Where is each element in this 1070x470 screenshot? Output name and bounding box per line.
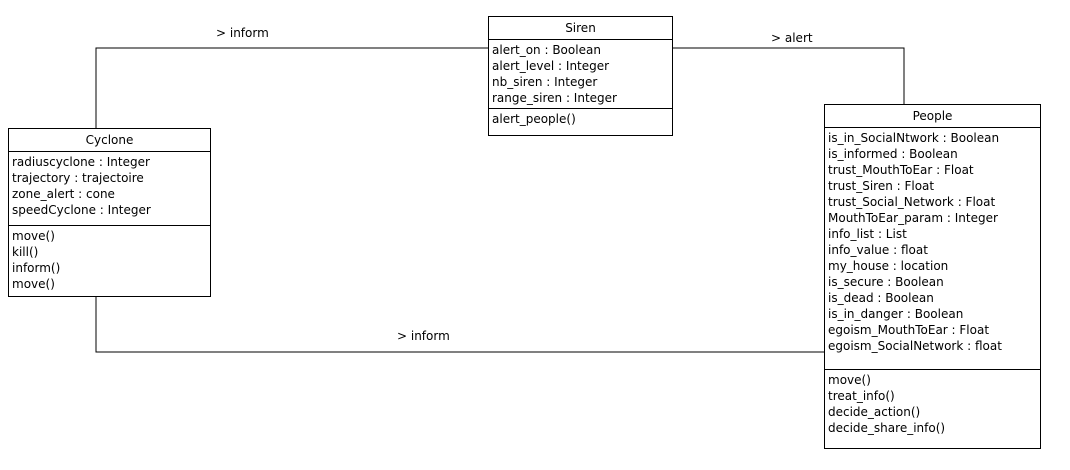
class-people-attributes: is_in_SocialNtwork : Boolean is_informed… (825, 128, 1040, 369)
attribute: trust_Siren : Float (828, 179, 935, 193)
attribute: trust_MouthToEar : Float (828, 163, 974, 177)
class-siren-name: Siren (489, 17, 672, 40)
attribute: is_informed : Boolean (828, 147, 958, 161)
attribute: trajectory : trajectoire (12, 171, 144, 185)
attribute: is_in_danger : Boolean (828, 307, 964, 321)
attribute: egoism_MouthToEar : Float (828, 323, 990, 337)
operation: kill() (12, 245, 39, 259)
attribute: egoism_SocialNetwork : float (828, 339, 1002, 353)
attribute: radiuscyclone : Integer (12, 155, 150, 169)
association-label-cyclone-siren: > inform (216, 26, 269, 40)
attribute: zone_alert : cone (12, 187, 115, 201)
operation: move() (12, 277, 55, 291)
attribute: MouthToEar_param : Integer (828, 211, 998, 225)
attribute: alert_level : Integer (492, 59, 610, 73)
operation: alert_people() (492, 112, 576, 126)
attribute: my_house : location (828, 259, 949, 273)
class-cyclone-name: Cyclone (9, 129, 210, 152)
association-label-siren-people: > alert (771, 31, 813, 45)
class-cyclone[interactable]: Cyclone radiuscyclone : Integer trajecto… (8, 128, 211, 297)
class-siren-operations: alert_people() (489, 108, 672, 129)
class-cyclone-operations: move() kill() inform() move() (9, 225, 210, 294)
attribute: trust_Social_Network : Float (828, 195, 996, 209)
operation: move() (12, 229, 55, 243)
class-people-name: People (825, 105, 1040, 128)
association-cyclone-people-line (95, 297, 824, 353)
operation: decide_share_info() (828, 421, 946, 435)
attribute: is_secure : Boolean (828, 275, 944, 289)
attribute: is_dead : Boolean (828, 291, 934, 305)
operation: treat_info() (828, 389, 895, 403)
attribute: speedCyclone : Integer (12, 203, 151, 217)
attribute: nb_siren : Integer (492, 75, 598, 89)
attribute: range_siren : Integer (492, 91, 617, 105)
class-people-operations: move() treat_info() decide_action() deci… (825, 369, 1040, 438)
association-siren-people-line (673, 47, 905, 104)
class-people[interactable]: People is_in_SocialNtwork : Boolean is_i… (824, 104, 1041, 449)
attribute: info_value : float (828, 243, 928, 257)
attribute: info_list : List (828, 227, 907, 241)
class-siren[interactable]: Siren alert_on : Boolean alert_level : I… (488, 16, 673, 136)
operation: inform() (12, 261, 61, 275)
attribute: is_in_SocialNtwork : Boolean (828, 131, 1000, 145)
association-cyclone-siren-line (95, 47, 488, 128)
operation: decide_action() (828, 405, 921, 419)
operation: move() (828, 373, 871, 387)
association-label-cyclone-people: > inform (397, 329, 450, 343)
class-cyclone-attributes: radiuscyclone : Integer trajectory : tra… (9, 152, 210, 225)
class-siren-attributes: alert_on : Boolean alert_level : Integer… (489, 40, 672, 108)
attribute: alert_on : Boolean (492, 43, 601, 57)
